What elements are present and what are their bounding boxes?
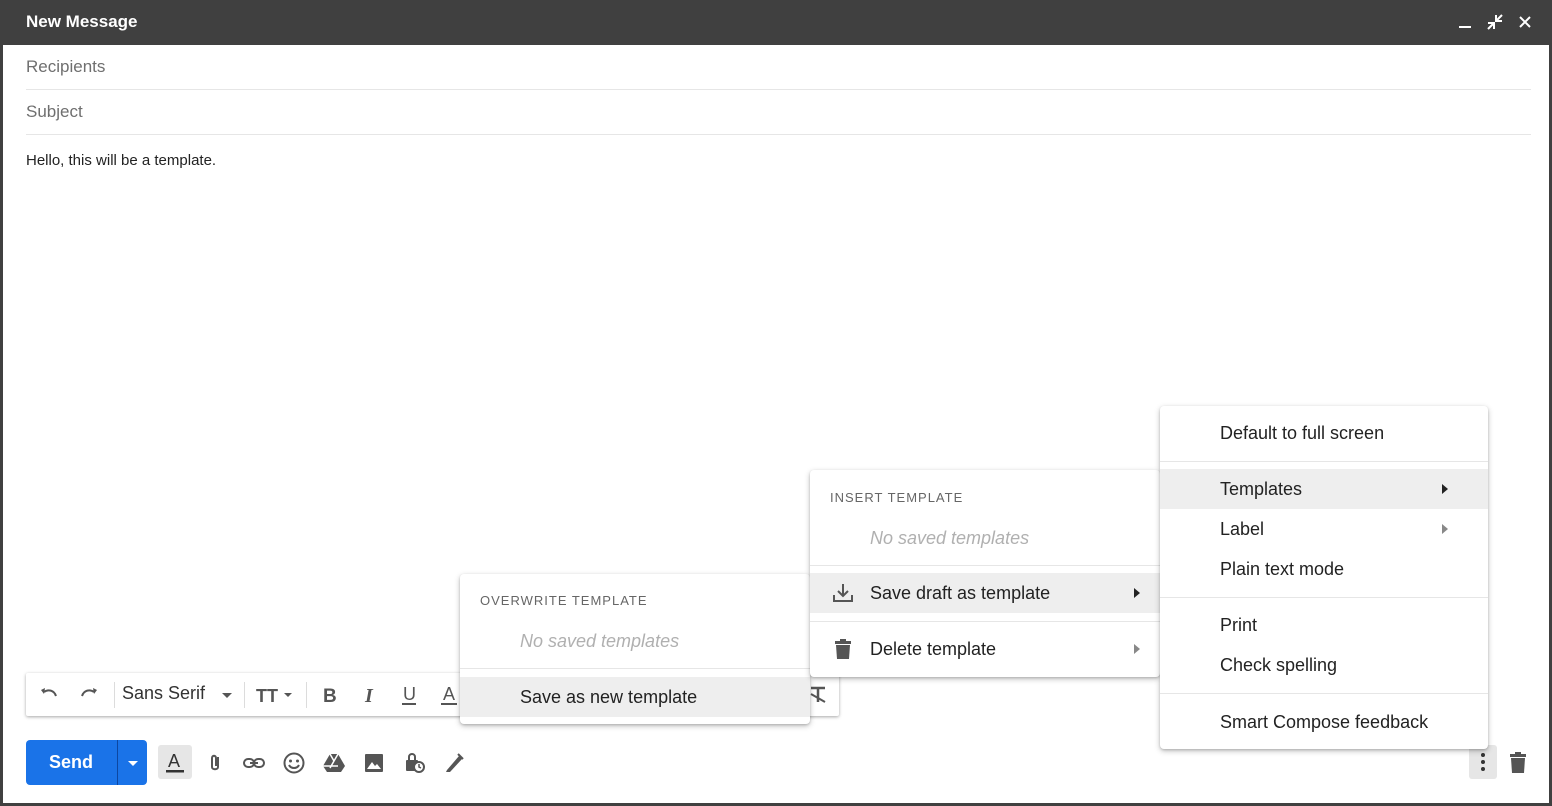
insert-template-heading: INSERT TEMPLATE	[830, 490, 964, 505]
more-options-menu: Default to full screen Templates Label P…	[1160, 406, 1488, 749]
attach-file-icon[interactable]	[200, 748, 230, 778]
menu-divider	[1160, 461, 1488, 462]
menu-item-label: Default to full screen	[1220, 422, 1385, 443]
recipients-row	[26, 45, 1531, 90]
redo-icon[interactable]	[76, 682, 102, 708]
formatting-options-icon[interactable]: A	[158, 745, 192, 779]
submenu-arrow-icon	[1442, 484, 1448, 494]
delete-template-item[interactable]: Delete template	[810, 629, 1160, 669]
toolbar-divider	[306, 682, 307, 708]
svg-text:A: A	[168, 751, 180, 771]
menu-item-label: Plain text mode	[1220, 558, 1345, 579]
svg-text:I: I	[364, 685, 374, 706]
recipients-input[interactable]	[26, 57, 1531, 77]
bold-icon[interactable]: B	[316, 682, 342, 708]
default-full-screen-item[interactable]: Default to full screen	[1160, 413, 1488, 453]
menu-item-label: Check spelling	[1220, 654, 1338, 675]
underline-icon[interactable]: U	[396, 682, 422, 708]
send-options-button[interactable]	[117, 740, 147, 785]
trash-icon	[832, 638, 854, 665]
discard-draft-icon[interactable]	[1503, 748, 1533, 778]
check-spelling-item[interactable]: Check spelling	[1160, 645, 1488, 685]
close-icon[interactable]	[1515, 12, 1535, 32]
svg-text:U: U	[403, 684, 416, 704]
templates-menu: INSERT TEMPLATE No saved templates Save …	[810, 470, 1160, 677]
send-button[interactable]: Send	[26, 740, 116, 785]
font-family-label: Sans Serif	[122, 683, 206, 703]
italic-icon[interactable]: I	[356, 682, 382, 708]
menu-divider	[1160, 597, 1488, 598]
save-template-menu: OVERWRITE TEMPLATE No saved templates Sa…	[460, 574, 810, 724]
download-icon	[832, 582, 854, 609]
font-family-select[interactable]: Sans Serif	[122, 683, 205, 704]
window-title: New Message	[26, 12, 138, 31]
insert-photo-icon[interactable]	[359, 748, 389, 778]
undo-icon[interactable]	[36, 682, 62, 708]
overwrite-template-heading: OVERWRITE TEMPLATE	[480, 593, 648, 608]
toolbar-divider	[244, 682, 245, 708]
google-drive-icon[interactable]	[319, 748, 349, 778]
exit-fullscreen-icon[interactable]	[1485, 12, 1505, 32]
submenu-arrow-icon	[1442, 524, 1448, 534]
emoji-icon[interactable]	[279, 748, 309, 778]
menu-divider	[810, 565, 1160, 566]
print-item[interactable]: Print	[1160, 605, 1488, 645]
menu-item-label: Label	[1220, 518, 1265, 539]
menu-item-label: Smart Compose feedback	[1220, 711, 1429, 732]
signature-icon[interactable]	[439, 748, 469, 778]
more-options-icon[interactable]	[1469, 745, 1497, 779]
message-body[interactable]: Hello, this will be a template.	[26, 152, 216, 169]
compose-title-bar[interactable]: New Message	[3, 0, 1552, 45]
label-item[interactable]: Label	[1160, 509, 1488, 549]
no-saved-templates-label: No saved templates	[520, 631, 680, 651]
submenu-arrow-icon	[1134, 644, 1140, 654]
menu-item-label: Print	[1220, 614, 1258, 635]
save-as-new-template-item[interactable]: Save as new template	[460, 677, 810, 717]
save-draft-as-template-item[interactable]: Save draft as template	[810, 573, 1160, 613]
menu-divider	[1160, 693, 1488, 694]
save-draft-as-template-label: Save draft as template	[870, 582, 1051, 603]
font-dropdown-icon[interactable]	[214, 682, 240, 708]
text-size-icon[interactable]: TT	[254, 682, 298, 708]
toolbar-divider	[114, 682, 115, 708]
menu-divider	[460, 668, 810, 669]
minimize-icon[interactable]	[1455, 12, 1475, 32]
menu-item-label: Templates	[1220, 478, 1303, 499]
plain-text-mode-item[interactable]: Plain text mode	[1160, 549, 1488, 589]
no-saved-templates-label: No saved templates	[870, 528, 1030, 548]
svg-text:A: A	[443, 684, 455, 704]
delete-template-label: Delete template	[870, 638, 997, 659]
submenu-arrow-icon	[1134, 588, 1140, 598]
menu-divider	[810, 621, 1160, 622]
smart-compose-feedback-item[interactable]: Smart Compose feedback	[1160, 702, 1488, 742]
svg-text:TT: TT	[256, 686, 278, 706]
save-as-new-template-label: Save as new template	[520, 686, 698, 707]
chevron-down-icon	[127, 760, 138, 766]
send-button-group: Send	[26, 740, 147, 785]
subject-row	[26, 90, 1531, 135]
text-color-icon[interactable]: A	[436, 682, 462, 708]
confidential-mode-icon[interactable]	[399, 748, 429, 778]
insert-link-icon[interactable]	[239, 748, 269, 778]
svg-text:B: B	[323, 686, 337, 706]
templates-item[interactable]: Templates	[1160, 469, 1488, 509]
subject-input[interactable]	[26, 102, 1531, 122]
